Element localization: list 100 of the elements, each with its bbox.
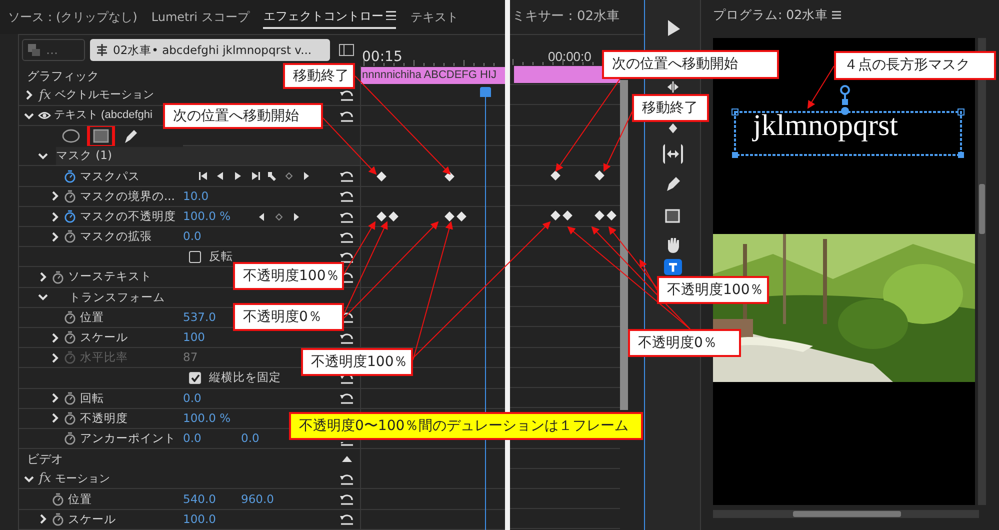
slip-tool-button[interactable] — [662, 144, 682, 164]
property-name: スケール — [80, 329, 128, 346]
rectangle-icon — [91, 127, 111, 146]
reset-icon[interactable] — [340, 230, 354, 243]
callout: ４点の長方形マスク — [834, 51, 996, 80]
type-tool-button[interactable] — [664, 259, 682, 275]
reset-icon[interactable] — [340, 392, 354, 404]
wrench-icon[interactable] — [266, 170, 278, 182]
stopwatch-icon[interactable] — [64, 392, 76, 405]
checkbox[interactable] — [189, 372, 201, 384]
scrollbar-thumb[interactable] — [793, 511, 901, 517]
checkbox-label: 縦横比を固定 — [209, 369, 281, 386]
keyframe-marker[interactable] — [444, 212, 454, 222]
reset-icon[interactable] — [340, 472, 354, 485]
fx-label[interactable]: fx — [39, 469, 52, 488]
stopwatch-icon[interactable] — [52, 492, 64, 506]
keyframe-marker[interactable] — [550, 210, 560, 221]
property-value[interactable]: 537.0 — [183, 308, 231, 326]
property-value[interactable]: 0.0 — [183, 390, 231, 407]
menu-icon[interactable] — [832, 11, 842, 19]
stopwatch-icon[interactable] — [64, 331, 76, 344]
group-label: トランスフォーム — [69, 288, 165, 306]
panel-tab[interactable]: Lumetri スコープ — [151, 4, 250, 29]
keyframe-marker[interactable] — [456, 212, 466, 222]
fx-label[interactable]: fx — [39, 86, 52, 105]
reset-icon[interactable] — [340, 513, 354, 526]
callout: 移動終了 — [632, 94, 709, 122]
panel-title: プログラム: 02水車 — [713, 6, 828, 24]
sequence-clip-button[interactable]: 02水車• abcdefghi jklmnopqrst v... — [90, 39, 330, 62]
reset-icon[interactable] — [340, 89, 354, 102]
collapse-icon[interactable] — [342, 456, 352, 462]
callout: 不透明度100％ — [657, 276, 769, 304]
stopwatch-icon[interactable] — [64, 432, 76, 446]
add-keyframe-icon[interactable] — [282, 170, 294, 182]
property-value[interactable]: 960.0 — [241, 490, 274, 508]
checkbox-label: 反転 — [209, 248, 233, 266]
reset-icon[interactable] — [340, 210, 354, 222]
keyframe-marker[interactable] — [594, 210, 604, 221]
menu-icon[interactable] — [386, 11, 396, 20]
property-name: マスクの不透明度 — [80, 208, 176, 225]
step-back-icon[interactable] — [198, 170, 210, 182]
ellipse-icon — [61, 127, 81, 146]
property-name: 不透明度 — [80, 410, 128, 427]
panel-title: ミキサー：02水車 — [512, 8, 620, 26]
stopwatch-icon[interactable] — [64, 412, 76, 425]
property-value[interactable]: 100.0 % — [183, 208, 231, 226]
panel-tab[interactable]: ソース：(クリップなし) — [8, 4, 138, 29]
checkbox[interactable] — [189, 250, 201, 263]
keyframe-marker[interactable] — [594, 170, 604, 180]
playhead-handle[interactable] — [480, 86, 491, 97]
stopwatch-icon[interactable] — [64, 210, 76, 223]
scrollbar-thumb[interactable] — [620, 80, 628, 410]
add-keyframe-icon[interactable] — [272, 210, 284, 222]
property-value[interactable]: 0.0 — [241, 430, 260, 448]
clip-icon — [28, 44, 40, 56]
rectangle-tool-button[interactable] — [662, 206, 682, 226]
reset-icon[interactable] — [340, 250, 354, 263]
stopwatch-icon[interactable] — [64, 230, 76, 244]
property-value: 87 — [183, 349, 199, 366]
keyframe-marker[interactable] — [376, 212, 386, 222]
keyframe-marker[interactable] — [606, 210, 616, 221]
reset-icon[interactable] — [340, 110, 354, 122]
panel-toggle-icon[interactable] — [339, 44, 354, 56]
eye-icon[interactable] — [38, 111, 51, 120]
property-value[interactable]: 10.0 — [183, 188, 231, 205]
reset-icon[interactable] — [340, 332, 354, 344]
slip-tool-icon — [662, 144, 682, 164]
stopwatch-icon[interactable] — [64, 190, 76, 203]
leader-arrow — [807, 66, 834, 109]
reset-icon[interactable] — [340, 493, 354, 506]
stopwatch-icon[interactable] — [52, 512, 64, 526]
property-value[interactable]: 100.0 — [183, 510, 231, 528]
mask-rectangle-button[interactable] — [89, 126, 113, 146]
effect-name: モーション — [55, 472, 110, 487]
timecode: 00:00:0 — [548, 48, 592, 66]
panel-tab[interactable]: テキスト — [410, 4, 458, 29]
property-name: 回転 — [80, 390, 104, 407]
scrollbar-thumb[interactable] — [979, 184, 985, 234]
property-name: 位置 — [80, 308, 104, 326]
effect-name: ベクトルモーション — [55, 88, 154, 104]
sequence-icon — [96, 44, 108, 56]
reset-icon[interactable] — [340, 190, 354, 202]
master-clip-button[interactable]: … — [22, 39, 85, 62]
property-value[interactable]: 540.0 — [183, 490, 231, 508]
reset-icon[interactable] — [340, 170, 354, 182]
keyframe-marker[interactable] — [388, 212, 398, 222]
property-value[interactable]: 100.0 % — [183, 410, 231, 427]
keyframe-marker[interactable] — [376, 171, 386, 182]
section-header: ビデオ — [27, 451, 63, 468]
property-value[interactable]: 0.0 — [183, 228, 231, 246]
stopwatch-icon[interactable] — [52, 270, 64, 284]
stopwatch-icon[interactable] — [64, 170, 76, 183]
panel-tab[interactable]: エフェクトコントロー — [263, 4, 396, 29]
keyframe-marker[interactable] — [550, 170, 560, 180]
stopwatch-icon[interactable] — [64, 310, 76, 324]
overlay-text: jklmnopqrst — [753, 108, 898, 144]
keyframe-marker[interactable] — [562, 210, 572, 221]
property-value[interactable]: 100 — [183, 329, 231, 346]
property-value[interactable]: 0.0 — [183, 430, 231, 448]
reset-icon[interactable] — [340, 442, 354, 446]
